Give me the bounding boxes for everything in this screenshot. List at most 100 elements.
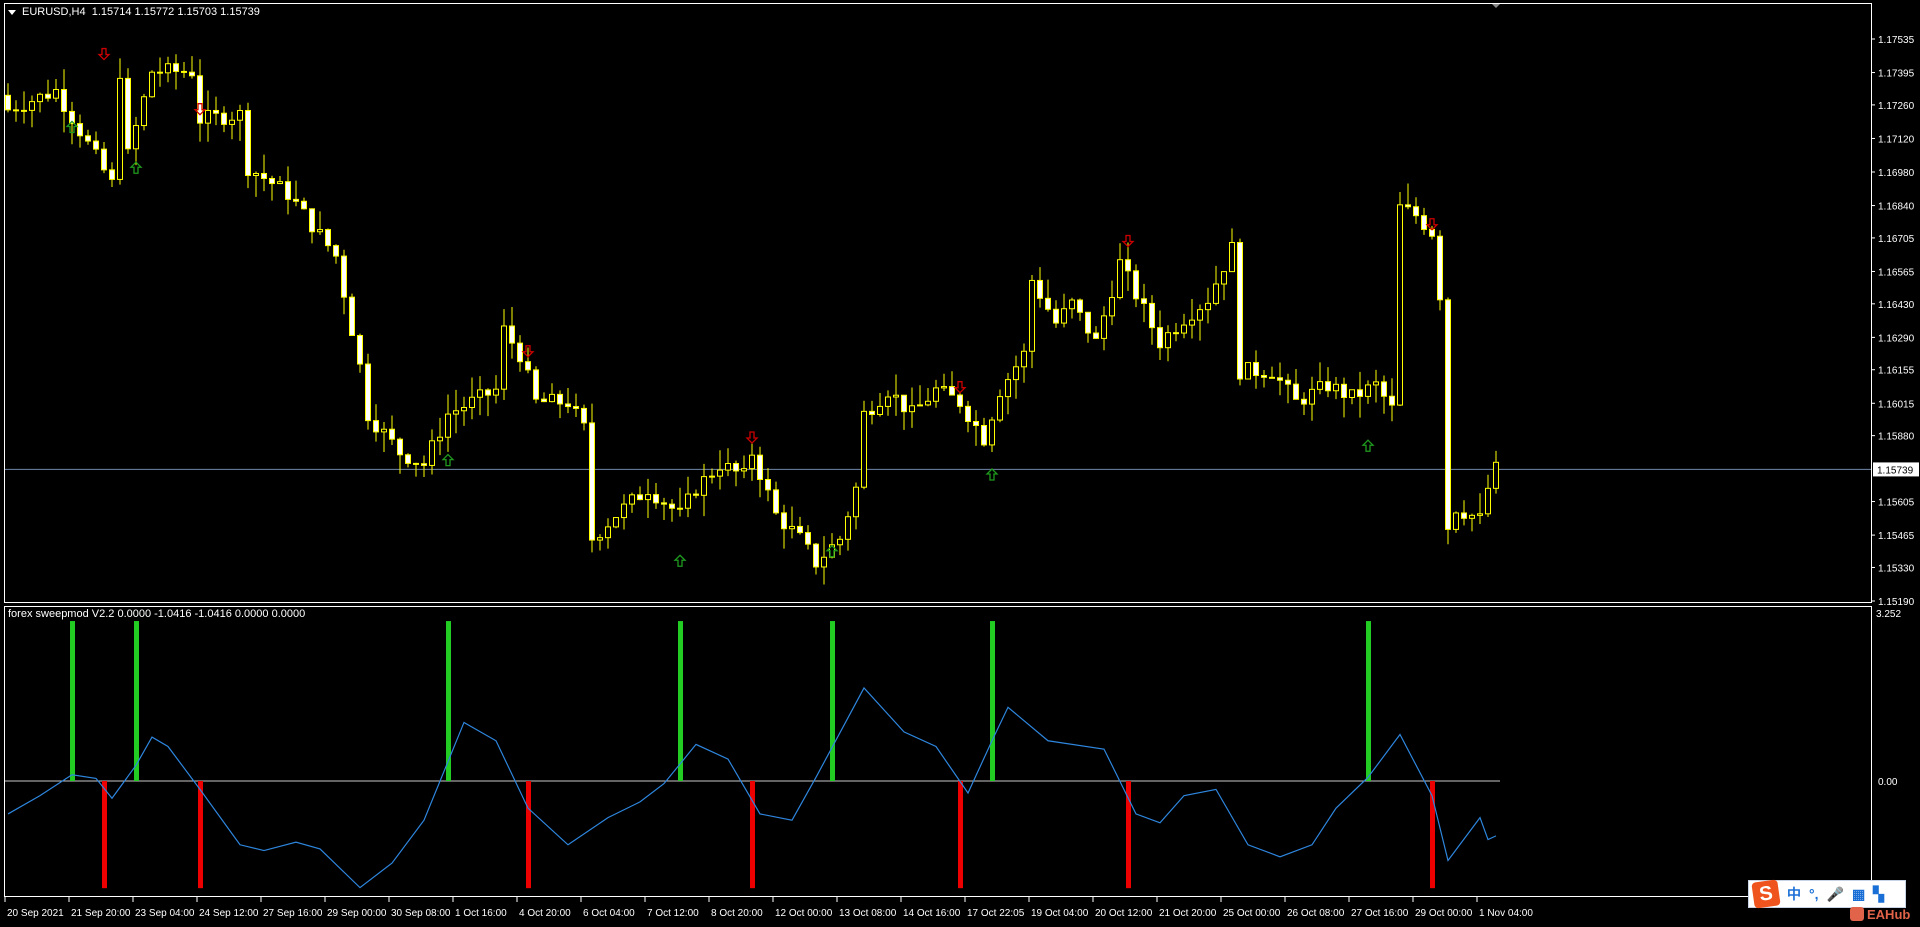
candle-body: [861, 410, 867, 488]
candle-body: [325, 229, 331, 247]
price-tick-label: 1.16565: [1878, 267, 1915, 278]
candle-body: [541, 398, 547, 403]
candle-body: [813, 543, 819, 568]
candle-body: [181, 70, 187, 73]
candle-body: [1269, 376, 1275, 379]
candle-body: [45, 93, 51, 99]
candle-body: [605, 526, 611, 539]
candle: [1245, 362, 1251, 380]
ime-punctuation-toggle[interactable]: °,: [1809, 886, 1819, 902]
candle-body: [653, 494, 659, 504]
candle-body: [333, 245, 339, 257]
candle-body: [245, 110, 251, 176]
candle-body: [1021, 350, 1027, 368]
candle-body: [693, 493, 699, 496]
candle-body: [821, 556, 827, 568]
time-tick-label: 7 Oct 12:00: [647, 908, 699, 919]
candle-body: [61, 89, 67, 112]
time-tick-label: 21 Oct 20:00: [1159, 908, 1217, 919]
candle-body: [1253, 362, 1259, 377]
candle-body: [141, 96, 147, 127]
histogram-up-bar: [134, 621, 139, 781]
price-tick-label: 1.15330: [1878, 563, 1915, 574]
price-tick-label: 1.15880: [1878, 432, 1915, 443]
candle-body: [1069, 299, 1075, 310]
candle-body: [733, 463, 739, 472]
candle-body: [565, 403, 571, 408]
candle-body: [1093, 332, 1099, 339]
candle-body: [797, 525, 803, 534]
candle-body: [869, 410, 875, 415]
candle-body: [1085, 311, 1091, 334]
price-tick-label: 1.17535: [1878, 35, 1915, 46]
time-tick-label: 6 Oct 04:00: [583, 908, 635, 919]
candle-body: [253, 172, 259, 176]
candle-body: [1477, 513, 1483, 516]
candle-body: [349, 296, 355, 336]
candle: [589, 403, 595, 553]
candle-body: [1413, 206, 1419, 217]
time-tick-label: 4 Oct 20:00: [519, 908, 571, 919]
candle: [533, 366, 539, 404]
candle-body: [37, 93, 43, 103]
candle-body: [893, 394, 899, 398]
time-tick-label: 17 Oct 22:05: [967, 908, 1025, 919]
candle-body: [1285, 379, 1291, 385]
candle-body: [1437, 235, 1443, 301]
chart-window[interactable]: 1.17535 1.17395 1.17260 1.17120 1.16980 1.168…: [0, 0, 1920, 927]
candle-body: [669, 503, 675, 509]
candle-body: [629, 494, 635, 505]
candle-body: [949, 386, 955, 396]
candle-body: [725, 463, 731, 471]
candle: [1237, 238, 1243, 386]
ime-toolbar[interactable]: S 中 °, 🎤 ▦ ▚: [1748, 879, 1906, 909]
candle-body: [237, 110, 243, 121]
price-tick-label: 1.15605: [1878, 498, 1915, 509]
candle-body: [1109, 297, 1115, 317]
candle-body: [373, 420, 379, 433]
candle-body: [1221, 271, 1227, 285]
candle-body: [261, 172, 267, 179]
candle-body: [1173, 332, 1179, 335]
candle-body: [965, 405, 971, 423]
price-tick-label: 1.17120: [1878, 134, 1915, 145]
sogou-logo-icon[interactable]: S: [1751, 879, 1781, 909]
candle-body: [941, 386, 947, 389]
candle-body: [717, 469, 723, 477]
ime-keyboard-icon[interactable]: ▦: [1852, 886, 1865, 903]
current-price-label: 1.15739: [1877, 465, 1914, 476]
candle-body: [13, 109, 19, 112]
time-tick-label: 13 Oct 08:00: [839, 908, 897, 919]
candle-body: [1469, 514, 1475, 519]
dropdown-triangle-icon[interactable]: [8, 9, 16, 15]
candle-body: [773, 489, 779, 514]
histogram-up-bar: [70, 621, 75, 781]
candle-body: [1309, 388, 1315, 405]
candle-body: [1453, 512, 1459, 530]
candle-body: [365, 363, 371, 422]
time-tick-label: 21 Sep 20:00: [71, 908, 131, 919]
ime-chinese-toggle[interactable]: 中: [1787, 884, 1801, 904]
candle-body: [685, 493, 691, 509]
time-tick-label: 30 Sep 08:00: [391, 908, 451, 919]
candle: [613, 516, 619, 529]
indicator-title: forex sweepmod V2.2 0.0000 -1.0416 -1.04…: [8, 608, 306, 620]
candle-body: [1133, 270, 1139, 300]
ime-voice-icon[interactable]: 🎤: [1827, 886, 1844, 903]
ime-menu-icon[interactable]: ▚: [1873, 886, 1884, 903]
candle-body: [1165, 332, 1171, 349]
watermark-text: EAHub: [1867, 907, 1911, 922]
candle-body: [789, 525, 795, 530]
candle-body: [1101, 315, 1107, 339]
candle-body: [405, 454, 411, 464]
candle-body: [877, 405, 883, 415]
candle-body: [1157, 327, 1163, 349]
candle-body: [117, 77, 123, 180]
candle-body: [485, 389, 491, 396]
candle-body: [501, 325, 507, 390]
candle-body: [1485, 487, 1491, 515]
candle-body: [269, 177, 275, 185]
candle-body: [613, 517, 619, 528]
candle-body: [1317, 381, 1323, 390]
candle-body: [981, 425, 987, 446]
